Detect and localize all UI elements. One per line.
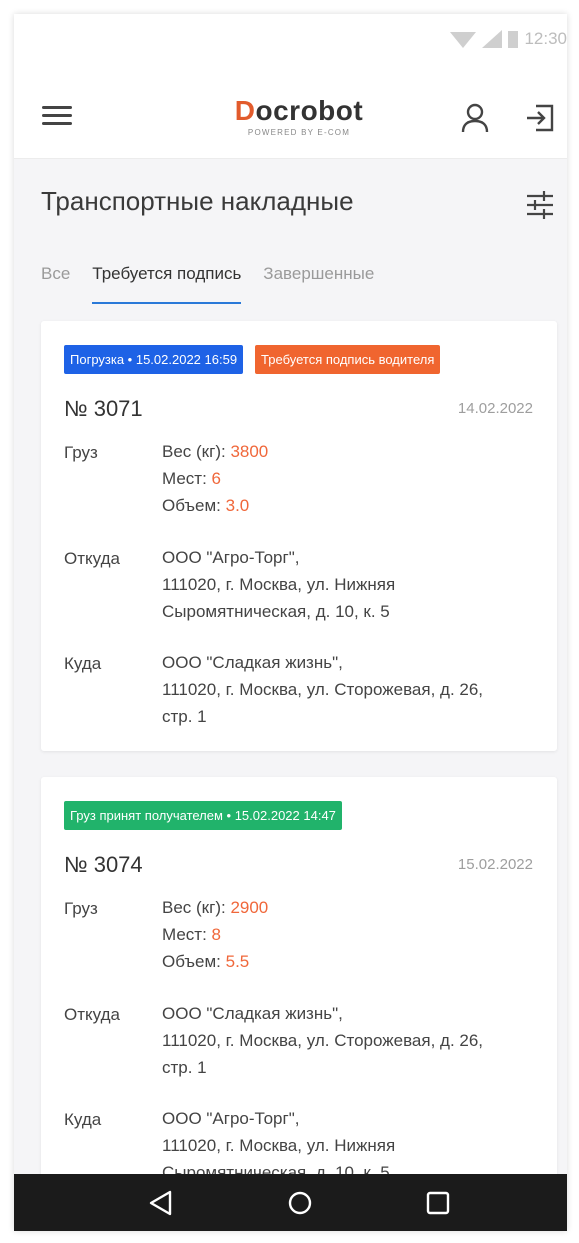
from-label: Откуда	[64, 549, 120, 568]
to-label: Куда	[64, 1110, 102, 1129]
to-label: Куда	[64, 654, 102, 673]
tabs: Все Требуется подпись Завершенные	[41, 264, 396, 304]
wifi-icon	[450, 32, 477, 48]
from-address: ООО "Агро-Торг", 111020, г. Москва, ул. …	[162, 548, 396, 621]
cargo-label: Груз	[64, 443, 98, 462]
cargo-details: Вес (кг): 2900 Мест: 8 Объем: 5.5	[162, 894, 268, 975]
battery-icon	[508, 31, 519, 48]
status-bar: 12:30	[14, 14, 567, 62]
filter-sliders-icon[interactable]	[525, 190, 555, 220]
volume-line: Объем: 3.0	[162, 496, 250, 515]
phone-screen: 12:30 Docrobot POWERED BY E-COM Транспор…	[14, 14, 567, 1231]
waybill-date: 14.02.2022	[457, 400, 533, 417]
to-address: ООО "Сладкая жизнь", 111020, г. Москва, …	[162, 653, 484, 726]
signal-icon	[482, 30, 503, 48]
home-icon[interactable]	[287, 1190, 313, 1216]
tab-all[interactable]: Все	[41, 264, 70, 304]
app-header: Docrobot POWERED BY E-COM	[14, 62, 567, 159]
cargo-label: Груз	[64, 899, 98, 918]
places-line: Мест: 8	[162, 925, 222, 944]
status-badge: Требуется подпись водителя	[255, 345, 441, 374]
badges: Груз принят получателем • 15.02.2022 14:…	[64, 801, 342, 830]
weight-line: Вес (кг): 3800	[162, 442, 269, 461]
badges: Погрузка • 15.02.2022 16:59 Требуется по…	[64, 345, 441, 374]
waybill-date: 15.02.2022	[457, 856, 533, 873]
status-icons: 12:30	[450, 28, 567, 50]
logo-name: Docrobot	[234, 95, 364, 126]
system-nav-bar	[14, 1174, 567, 1231]
logo: Docrobot POWERED BY E-COM	[224, 95, 374, 138]
cargo-details: Вес (кг): 3800 Мест: 6 Объем: 3.0	[162, 438, 268, 519]
waybill-number: № 3071	[64, 396, 143, 421]
status-badge: Погрузка • 15.02.2022 16:59	[64, 345, 244, 374]
logout-icon[interactable]	[524, 102, 556, 134]
tab-signature-required[interactable]: Требуется подпись	[92, 264, 242, 304]
recents-icon[interactable]	[425, 1190, 451, 1216]
from-label: Откуда	[64, 1005, 120, 1024]
weight-line: Вес (кг): 2900	[162, 898, 269, 917]
status-time: 12:30	[524, 29, 567, 48]
waybill-card[interactable]: Погрузка • 15.02.2022 16:59 Требуется по…	[41, 321, 557, 751]
page-title: Транспортные накладные	[41, 186, 354, 216]
waybill-number: № 3074	[64, 852, 143, 877]
volume-line: Объем: 5.5	[162, 952, 250, 971]
waybill-card[interactable]: Груз принят получателем • 15.02.2022 14:…	[41, 777, 557, 1197]
status-badge: Груз принят получателем • 15.02.2022 14:…	[64, 801, 342, 830]
tab-completed[interactable]: Завершенные	[263, 264, 374, 304]
from-address: ООО "Сладкая жизнь", 111020, г. Москва, …	[162, 1004, 484, 1077]
back-icon[interactable]	[148, 1190, 174, 1216]
places-line: Мест: 6	[162, 469, 222, 488]
logo-subtitle: POWERED BY E-COM	[247, 128, 351, 137]
user-icon[interactable]	[460, 102, 490, 134]
menu-icon[interactable]	[42, 106, 72, 130]
